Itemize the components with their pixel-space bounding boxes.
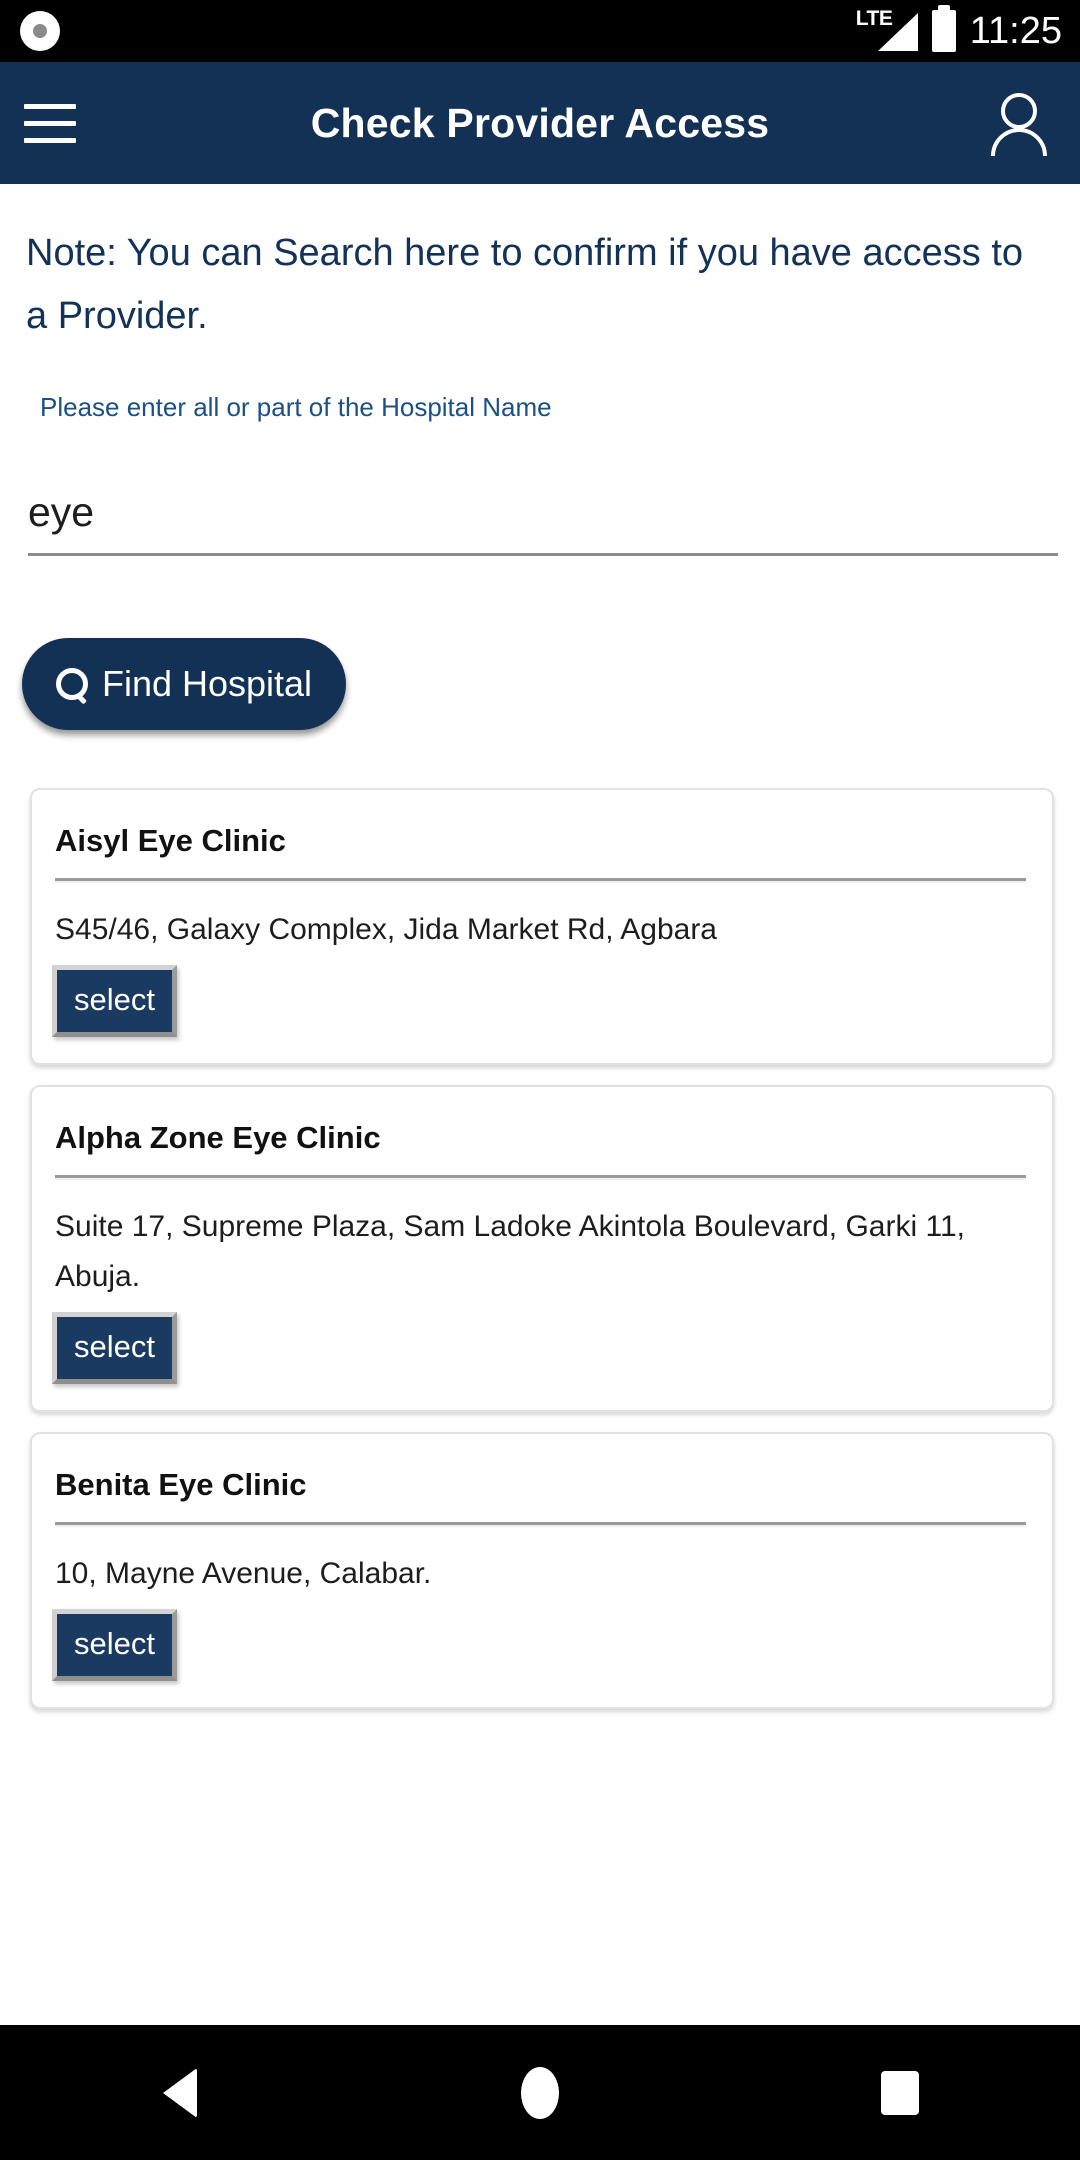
hamburger-bar-2 — [24, 120, 76, 126]
select-button[interactable]: select — [52, 1609, 177, 1681]
result-card[interactable]: Aisyl Eye Clinic S45/46, Galaxy Complex,… — [30, 788, 1054, 1065]
card-divider — [55, 1175, 1026, 1180]
status-bar: LTE 11:25 — [0, 0, 1080, 62]
result-card[interactable]: Benita Eye Clinic 10, Mayne Avenue, Cala… — [30, 1432, 1054, 1709]
signal-bars-icon — [877, 13, 918, 51]
results-list: Aisyl Eye Clinic S45/46, Galaxy Complex,… — [0, 730, 1080, 1709]
search-icon — [55, 668, 88, 700]
record-dot-icon — [20, 11, 60, 51]
hospital-name: Alpha Zone Eye Clinic — [55, 1120, 381, 1155]
hospital-address: S45/46, Galaxy Complex, Jida Market Rd, … — [55, 913, 717, 946]
nav-back-button[interactable] — [105, 2043, 255, 2143]
main-content: Note: You can Search here to confirm if … — [0, 184, 1080, 2025]
signal-triangle-icon: LTE — [856, 8, 918, 53]
hamburger-menu-icon[interactable] — [24, 103, 80, 143]
note-text: Note: You can Search here to confirm if … — [26, 232, 1024, 337]
recents-square-icon — [881, 2070, 919, 2115]
app-bar: Check Provider Access — [0, 62, 1080, 184]
user-profile-glyph — [991, 93, 1047, 157]
select-button[interactable]: select — [52, 965, 177, 1037]
hamburger-bar-1 — [24, 103, 76, 109]
hospital-name: Benita Eye Clinic — [55, 1467, 307, 1502]
user-profile-icon[interactable] — [988, 90, 1050, 157]
battery-full-icon — [931, 10, 956, 52]
android-nav-bar — [0, 2025, 1080, 2160]
find-hospital-label: Find Hospital — [101, 663, 313, 704]
home-circle-icon — [521, 2066, 559, 2119]
find-hospital-button[interactable]: Find Hospital — [22, 638, 346, 730]
hamburger-bar-3 — [24, 137, 76, 143]
card-divider — [55, 878, 1026, 883]
nav-home-button[interactable] — [465, 2043, 615, 2143]
result-card[interactable]: Alpha Zone Eye Clinic Suite 17, Supreme … — [30, 1085, 1054, 1412]
back-triangle-icon — [163, 2067, 197, 2118]
hospital-name: Aisyl Eye Clinic — [55, 823, 286, 858]
hospital-address: Suite 17, Supreme Plaza, Sam Ladoke Akin… — [55, 1210, 965, 1293]
search-input[interactable] — [28, 485, 1058, 539]
search-input-wrapper[interactable] — [28, 485, 1058, 556]
phone-screen: LTE 11:25 Check Provider Access Note: Yo… — [0, 0, 1080, 2160]
status-bar-clock: 11:25 — [969, 10, 1062, 52]
search-field-label: Please enter all or part of the Hospital… — [40, 392, 552, 422]
status-bar-right: LTE 11:25 — [856, 8, 1062, 53]
select-button[interactable]: select — [52, 1312, 177, 1384]
hospital-address: 10, Mayne Avenue, Calabar. — [55, 1557, 432, 1590]
status-bar-left — [20, 11, 60, 51]
page-title: Check Provider Access — [310, 99, 770, 146]
card-divider — [55, 1522, 1026, 1527]
nav-recents-button[interactable] — [825, 2043, 975, 2143]
find-button-row: Find Hospital — [0, 556, 1080, 730]
